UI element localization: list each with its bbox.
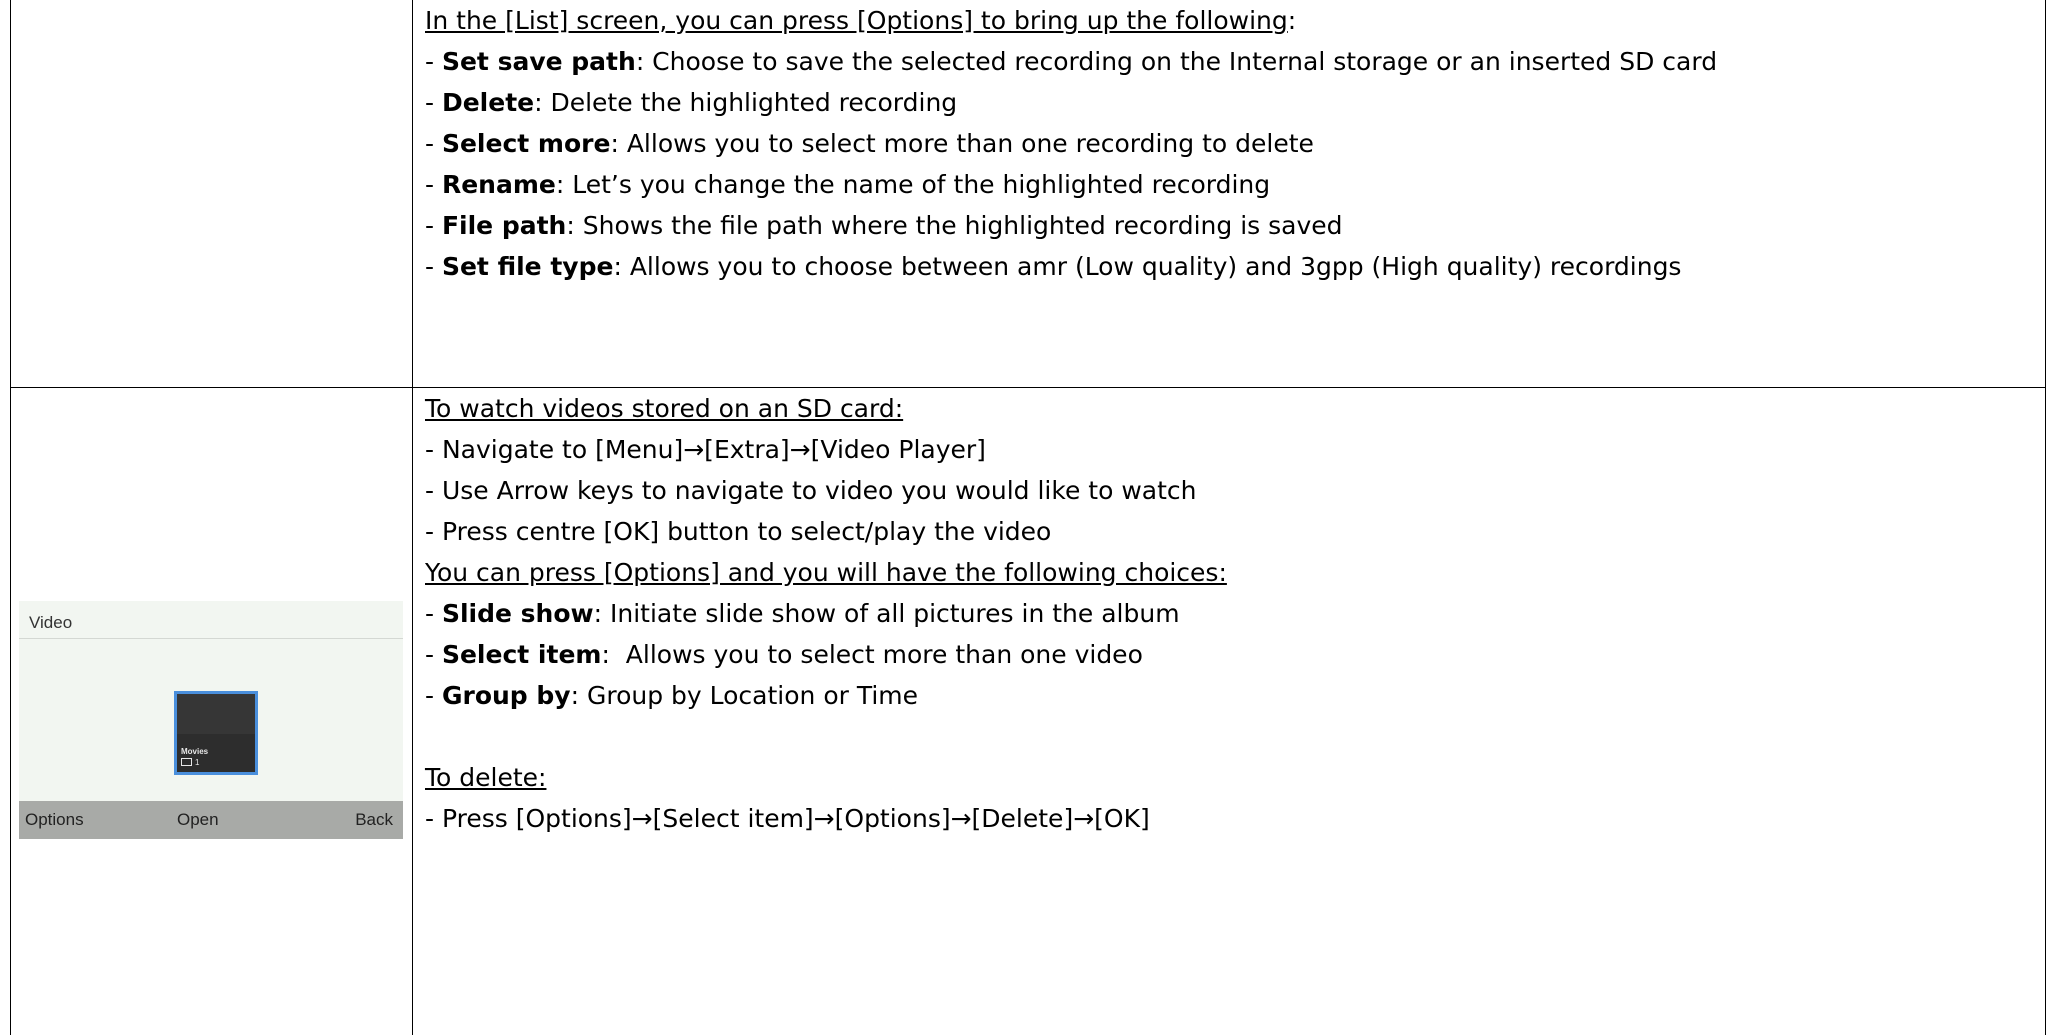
list-bullet: - (425, 47, 442, 76)
heading-text: To delete: (425, 762, 547, 792)
list-item: - Select item: Allows you to select more… (413, 634, 2045, 675)
list-bullet: - (425, 129, 442, 158)
text-cell: To watch videos stored on an SD card: - N… (412, 386, 2046, 1035)
open-softkey[interactable]: Open (177, 810, 219, 830)
list-item: - Select more: Allows you to select more… (413, 123, 2045, 164)
table-row: Video Movies 1 Options Open Back To watc… (10, 386, 2046, 1035)
table-row: In the [List] screen, you can press [Opt… (10, 0, 2046, 388)
option-name: Set save path (441, 47, 636, 76)
folder-icon (181, 758, 192, 767)
option-name: Delete (441, 88, 535, 117)
folder-name: Movies (181, 746, 209, 756)
option-name: Set file type (441, 252, 614, 281)
row2-lines: To watch videos stored on an SD card: - N… (413, 388, 2045, 839)
phone-title-divider (19, 637, 403, 639)
folder-count: 1 (195, 757, 200, 767)
heading-text: To watch videos stored on an SD card: (425, 393, 904, 423)
heading-suffix: : (1287, 6, 1297, 35)
back-softkey[interactable]: Back (355, 810, 393, 830)
option-description: : Delete the highlighted recording (534, 88, 958, 117)
instruction-table: In the [List] screen, you can press [Opt… (10, 0, 2046, 1035)
list-item: - Rename: Let’s you change the name of t… (413, 164, 2045, 205)
list-bullet: - (425, 680, 442, 710)
list-item: - Set file type: Allows you to choose be… (413, 246, 2045, 287)
movies-folder-tile[interactable]: Movies 1 (174, 690, 258, 775)
section-heading: You can press [Options] and you will hav… (413, 552, 2045, 593)
heading-text: You can press [Options] and you will hav… (425, 557, 1227, 587)
list-bullet: - (425, 252, 442, 281)
option-name: Select item (441, 639, 602, 669)
list-item: - Slide show: Initiate slide show of all… (413, 593, 2045, 634)
list-item: - Set save path: Choose to save the sele… (413, 41, 2045, 82)
section-heading: To watch videos stored on an SD card: (413, 388, 2045, 429)
folder-count-row: 1 (181, 758, 199, 767)
list-bullet: - (425, 88, 442, 117)
instruction-line: - Press centre [OK] button to select/pla… (425, 516, 1052, 546)
list-bullet: - (425, 211, 442, 240)
image-cell-empty (10, 0, 413, 388)
option-description: : Group by Location or Time (570, 680, 919, 710)
softkey-bar: Options Open Back (19, 800, 403, 839)
list-item: - Group by: Group by Location or Time (413, 675, 2045, 716)
phone-screenshot: Video Movies 1 Options Open Back (19, 600, 403, 839)
option-name: Select more (441, 129, 611, 158)
list-bullet: - (425, 639, 442, 669)
text-cell: In the [List] screen, you can press [Opt… (412, 0, 2046, 388)
option-description: : Allows you to select more than one rec… (610, 129, 1314, 158)
row1-lines: In the [List] screen, you can press [Opt… (413, 0, 2045, 287)
image-cell: Video Movies 1 Options Open Back (10, 386, 413, 1035)
option-name: Rename (441, 170, 556, 199)
list-item: - Delete: Delete the highlighted recordi… (413, 82, 2045, 123)
instruction-line: - Navigate to [Menu]→[Extra]→[Video Play… (425, 434, 986, 464)
option-description: : Initiate slide show of all pictures in… (593, 598, 1180, 628)
option-name: Slide show (441, 598, 594, 628)
instruction-line: - Press [Options]→[Select item]→[Options… (425, 803, 1150, 833)
heading-text: In the [List] screen, you can press [Opt… (425, 6, 1288, 35)
option-description: : Choose to save the selected recording … (635, 47, 1718, 76)
list-bullet: - (425, 170, 442, 199)
section-heading: To delete: (413, 757, 2045, 798)
list-item: - File path: Shows the file path where t… (413, 205, 2045, 246)
section-heading: In the [List] screen, you can press [Opt… (413, 0, 2045, 41)
option-name: Group by (441, 680, 571, 710)
option-name: File path (441, 211, 567, 240)
list-bullet: - (425, 598, 442, 628)
option-description: : Let’s you change the name of the highl… (555, 170, 1271, 199)
folder-thumbnail (177, 693, 255, 734)
options-softkey[interactable]: Options (25, 810, 84, 830)
option-description: : Shows the file path where the highligh… (566, 211, 1343, 240)
option-description: : Allows you to select more than one vid… (601, 639, 1143, 669)
instruction-line: - Use Arrow keys to navigate to video yo… (425, 475, 1197, 505)
phone-screen-title: Video (29, 612, 73, 632)
option-description: : Allows you to choose between amr (Low … (613, 252, 1682, 281)
